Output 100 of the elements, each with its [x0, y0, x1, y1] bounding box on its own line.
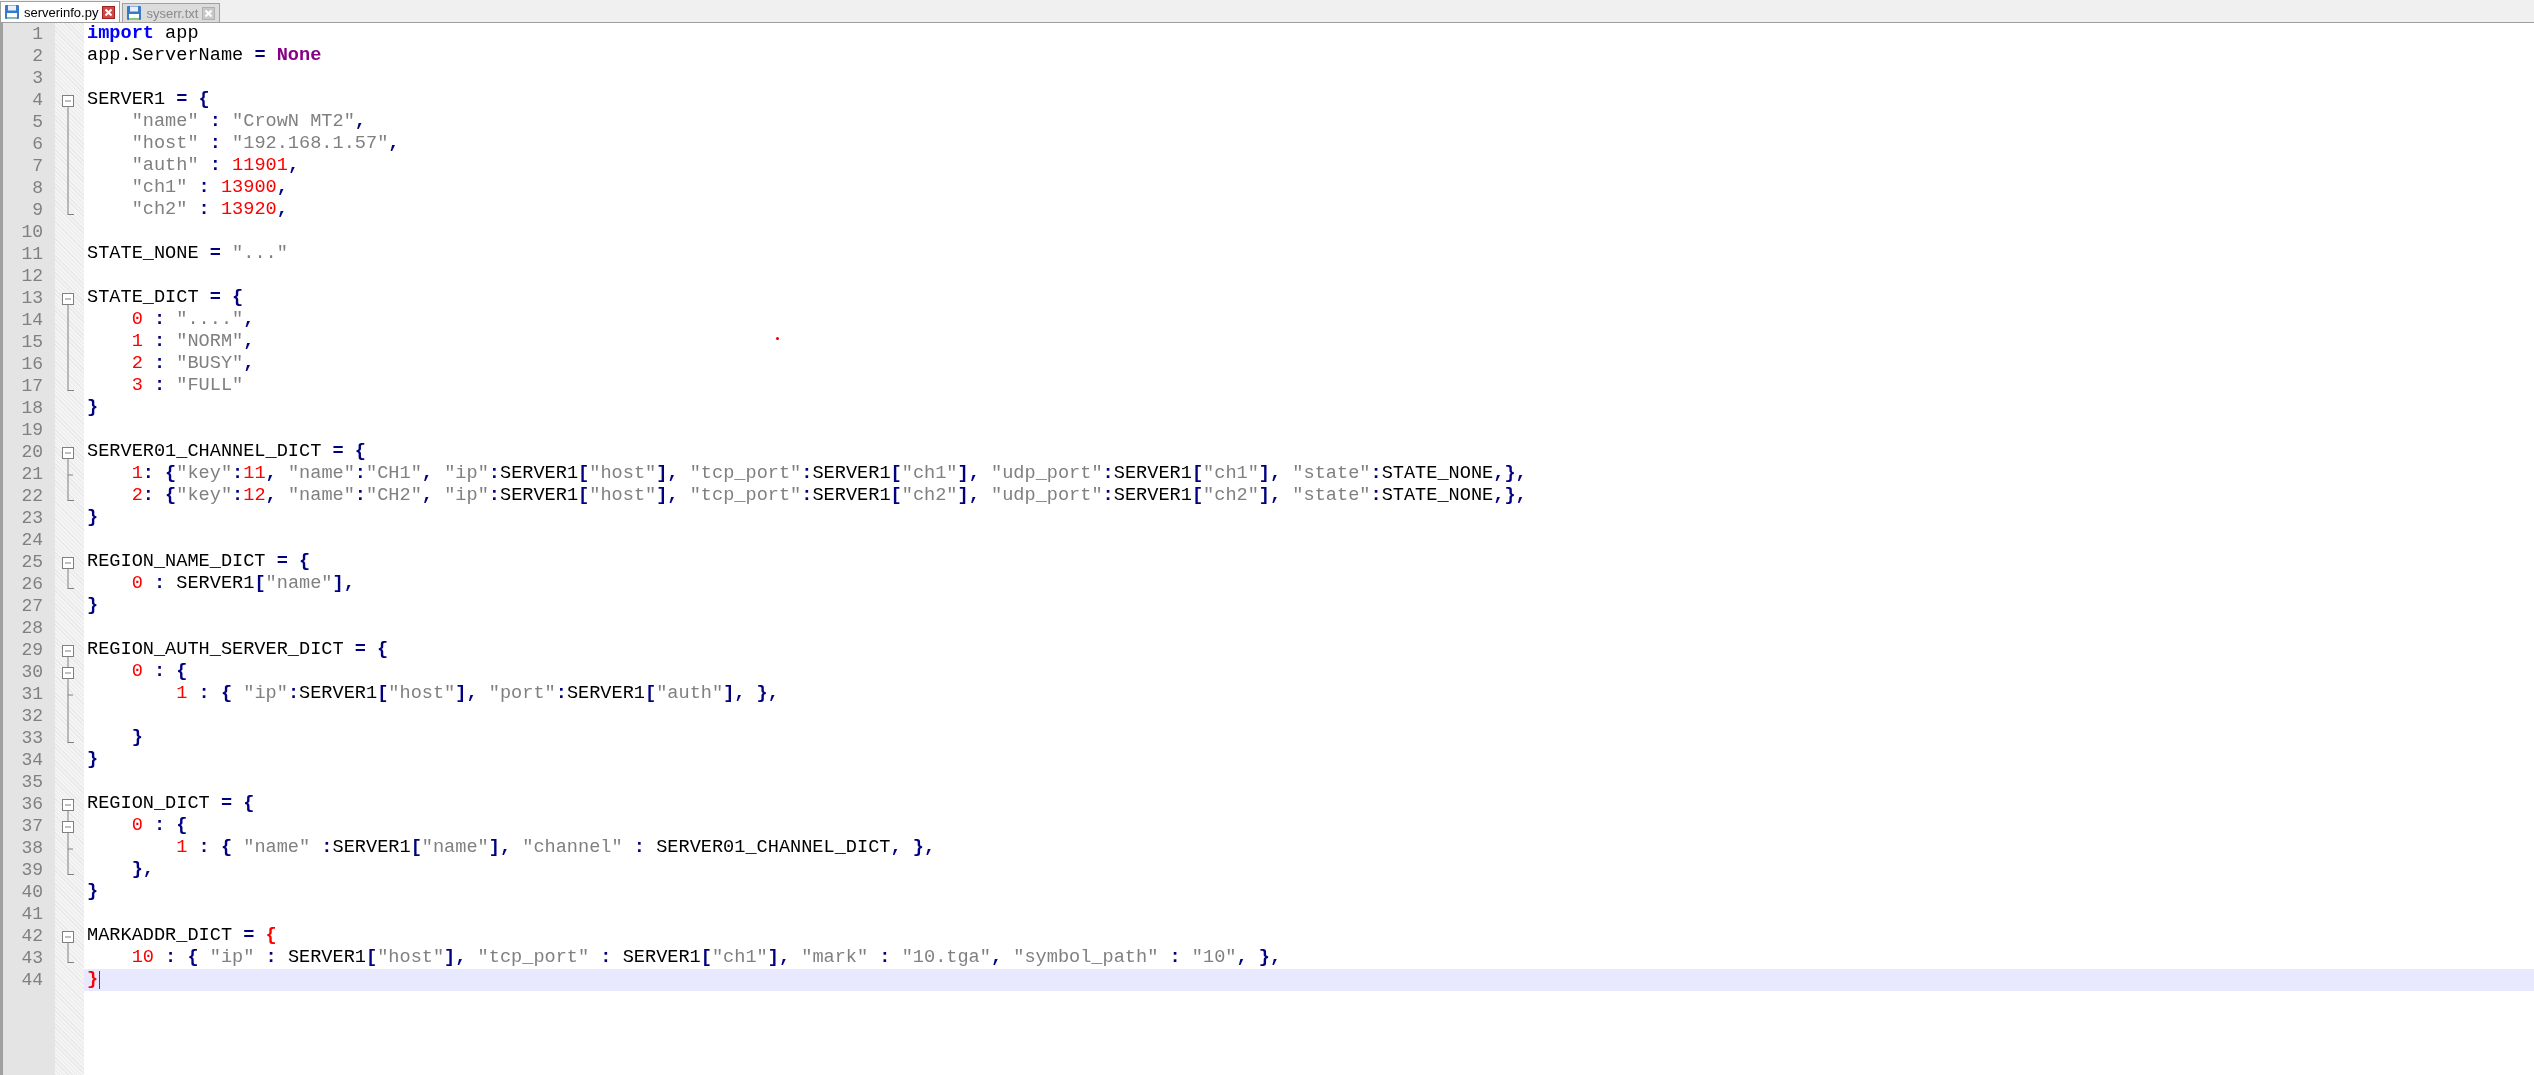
line-number: 14 [20, 309, 44, 331]
fold-toggle-icon[interactable] [62, 799, 74, 815]
code-line: app.ServerName = None [87, 45, 322, 67]
code-line: 1 : "NORM", [130, 331, 255, 353]
fold-end-icon [67, 859, 75, 876]
line-number: 19 [20, 419, 44, 441]
line-number: 8 [31, 177, 44, 199]
code-line: STATE_NONE = "..." [87, 243, 288, 265]
line-number: 42 [20, 925, 44, 947]
fold-branch-icon [67, 683, 74, 705]
line-number: 7 [31, 155, 44, 177]
tab-label: serverinfo.py [24, 4, 99, 20]
line-number: 15 [20, 331, 44, 353]
code-line: import app [87, 23, 199, 45]
line-number: 25 [20, 551, 44, 573]
line-number: 36 [20, 793, 44, 815]
line-number: 13 [20, 287, 44, 309]
line-number: 21 [20, 463, 44, 485]
line-number: 22 [20, 485, 44, 507]
code-line: 3 : "FULL" [130, 375, 244, 397]
line-number: 5 [31, 111, 44, 133]
line-number: 32 [20, 705, 44, 727]
line-number: 28 [20, 617, 44, 639]
fold-end-icon [67, 947, 75, 964]
line-number: 27 [20, 595, 44, 617]
code-line: 1: {"key":11, "name":"CH1", "ip":SERVER1["host"], "tcp_port":SERVER1["ch1"], "udp_port":SERVER1["ch1"], "state":STATE_NONE,}, [130, 463, 1527, 485]
close-icon[interactable] [102, 5, 116, 19]
line-number: 12 [20, 265, 44, 287]
fold-toggle-icon[interactable] [62, 645, 74, 661]
code-line: } [87, 881, 99, 903]
code-line: 0 : { [130, 815, 188, 837]
fold-end-icon [67, 199, 75, 216]
fold-toggle-icon[interactable] [62, 95, 74, 111]
code-line: 1 : { "ip":SERVER1["host"], "port":SERVER1["auth"], }, [175, 683, 779, 705]
fold-toggle-icon[interactable] [62, 557, 74, 573]
line-number: 4 [31, 89, 44, 111]
code-line: 1 : { "name" :SERVER1["name"], "channel" : SERVER01_CHANNEL_DICT, }, [175, 837, 936, 859]
line-number: 23 [20, 507, 44, 529]
line-number: 44 [20, 969, 44, 991]
code-line: 0 : { [130, 661, 188, 683]
fold-end-icon [67, 573, 75, 590]
fold-branch-icon [67, 463, 74, 485]
line-number: 30 [20, 661, 44, 683]
code-line: }, [130, 859, 154, 881]
line-number: 24 [20, 529, 44, 551]
line-number: 37 [20, 815, 44, 837]
line-number: 40 [20, 881, 44, 903]
line-number: 39 [20, 859, 44, 881]
line-number: 33 [20, 727, 44, 749]
code-line: REGION_DICT = { [87, 793, 255, 815]
line-number: 38 [20, 837, 44, 859]
code-line: 0 : "....", [130, 309, 255, 331]
dot-mark [776, 337, 779, 340]
line-number: 1 [31, 23, 44, 45]
code-line: 0 : SERVER1["name"], [130, 573, 355, 595]
fold-toggle-icon[interactable] [62, 661, 74, 683]
fold-branch-icon [67, 837, 74, 859]
code-line: } [87, 595, 99, 617]
line-number: 16 [20, 353, 44, 375]
line-number: 26 [20, 573, 44, 595]
line-number: 43 [20, 947, 44, 969]
fold-toggle-icon[interactable] [62, 931, 74, 947]
line-number: 20 [20, 441, 44, 463]
code-line: "ch2" : 13920, [130, 199, 288, 221]
code-line: SERVER1 = { [87, 89, 210, 111]
fold-toggle-icon[interactable] [62, 447, 74, 463]
line-number: 29 [20, 639, 44, 661]
fold-line-icon [67, 705, 69, 727]
tab-label: syserr.txt [146, 5, 199, 21]
fold-end-icon [67, 727, 75, 744]
line-number: 11 [20, 243, 44, 265]
code-line: } [87, 749, 99, 771]
code-line: "name" : "CrowN MT2", [130, 111, 366, 133]
line-number: 18 [20, 397, 44, 419]
code-line: "ch1" : 13900, [130, 177, 288, 199]
code-line: SERVER01_CHANNEL_DICT = { [87, 441, 366, 463]
file-tab[interactable]: serverinfo.py [0, 1, 121, 22]
code-line: "auth" : 11901, [130, 155, 300, 177]
code-line: REGION_NAME_DICT = { [87, 551, 311, 573]
line-number: 41 [20, 903, 44, 925]
line-number: 3 [31, 67, 44, 89]
code-line: 10 : { "ip" : SERVER1["host"], "tcp_port" : SERVER1["ch1"], "mark" : "10.tga", "symbol_path" : "10", }, [130, 947, 1282, 969]
line-number: 6 [31, 133, 44, 155]
code-line: } [87, 507, 99, 529]
code-line: } [87, 397, 99, 419]
text-caret [99, 971, 101, 989]
code-line: 2: {"key":12, "name":"CH2", "ip":SERVER1["host"], "tcp_port":SERVER1["ch2"], "udp_port":SERVER1["ch2"], "state":STATE_NONE,}, [130, 485, 1527, 507]
code-line: 2 : "BUSY", [130, 353, 255, 375]
code-line: STATE_DICT = { [87, 287, 244, 309]
fold-end-icon [67, 375, 75, 392]
fold-toggle-icon[interactable] [62, 815, 74, 837]
fold-toggle-icon[interactable] [62, 293, 74, 309]
code-line: "host" : "192.168.1.57", [130, 133, 400, 155]
line-number: 2 [31, 45, 44, 67]
line-number: 34 [20, 749, 44, 771]
code-line: REGION_AUTH_SERVER_DICT = { [87, 639, 389, 661]
code-line: MARKADDR_DICT = { [87, 925, 277, 947]
code-line: } [87, 969, 99, 991]
line-number: 9 [31, 199, 44, 221]
code-line: } [130, 727, 143, 749]
